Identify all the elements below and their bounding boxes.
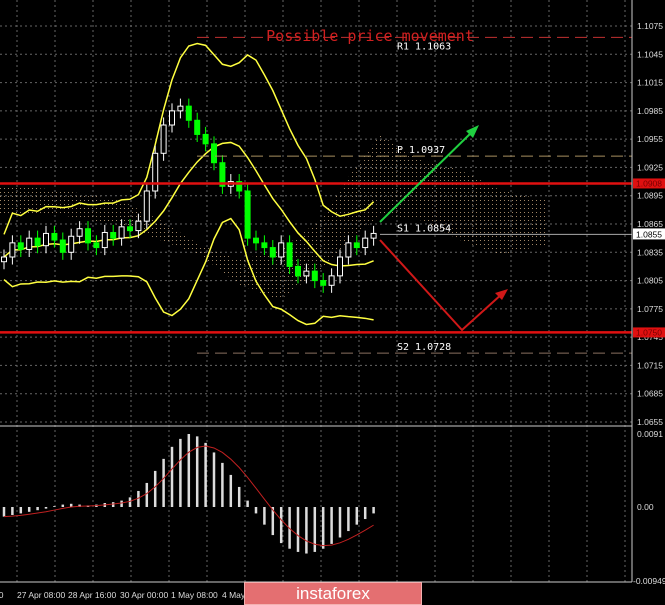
candle — [160, 124, 167, 154]
candle — [278, 242, 285, 258]
price-axis: 1.1075 1.1045 1.1015 1.0985 1.0955 1.0925 1.08… — [633, 21, 665, 586]
bearish-arrow — [379, 239, 504, 332]
price-tick: 1.1045 — [637, 49, 663, 59]
price-tag-label: 1.0908 — [636, 178, 662, 188]
candle — [328, 275, 335, 286]
candle — [85, 228, 91, 244]
time-tick: 30 Apr 00:00 — [120, 590, 168, 600]
time-tick: 00 — [0, 590, 4, 600]
ichimoku-cloud — [0, 135, 545, 300]
candle — [110, 231, 117, 239]
price-tick: 1.0955 — [637, 134, 663, 144]
price-tick: 1.0895 — [637, 191, 663, 201]
price-tick: 1.0985 — [637, 106, 663, 116]
price-tick: 1.0715 — [637, 360, 663, 370]
candle — [152, 152, 159, 192]
macd-zero: 0.00 — [637, 502, 654, 512]
candle — [303, 270, 310, 277]
candle — [311, 270, 318, 282]
grid — [0, 0, 632, 582]
candle — [9, 242, 16, 258]
level-label: S2 1.0728 — [397, 342, 451, 353]
time-axis: 00 27 Apr 08:0028 Apr 16:00 30 Apr 00:001 … — [0, 590, 246, 600]
price-tag-label: 1.0750 — [636, 327, 662, 337]
candle — [362, 237, 369, 249]
candle — [43, 232, 49, 247]
time-tick: 1 May 08:00 — [171, 590, 218, 600]
price-tick: 1.0655 — [637, 417, 663, 427]
candle — [295, 265, 301, 277]
candle — [34, 237, 41, 247]
candle — [143, 190, 150, 222]
price-tick: 1.0685 — [637, 389, 663, 399]
price-tick: 1.0925 — [637, 162, 663, 172]
candle — [59, 239, 66, 253]
candle — [320, 280, 327, 286]
candle — [127, 226, 133, 232]
time-tick: 4 May — [222, 590, 246, 600]
candle — [177, 105, 184, 112]
candle — [194, 119, 201, 135]
candle — [211, 143, 217, 164]
candle — [76, 228, 83, 237]
candle — [337, 256, 343, 277]
candle — [93, 242, 100, 249]
candle — [26, 237, 33, 250]
macd-min: -0.00949 — [633, 576, 665, 586]
candle — [345, 242, 352, 258]
price-tick: 1.0835 — [637, 247, 663, 257]
chart-title: Possible price movement — [266, 27, 474, 45]
candle — [202, 133, 209, 145]
candle — [101, 231, 108, 249]
price-tick: 1.1015 — [637, 78, 663, 88]
candle — [286, 242, 293, 267]
candle — [370, 232, 377, 239]
level-label: P 1.0937 — [397, 145, 445, 156]
candle — [51, 232, 58, 241]
candle — [1, 256, 7, 263]
current-price-label: 1.0855 — [636, 229, 662, 239]
candle — [261, 242, 268, 249]
candle — [244, 190, 251, 239]
candle — [118, 226, 125, 239]
price-chart: R1 1.1063P 1.0937S1 1.0854S2 1.0728 Poss… — [0, 0, 665, 600]
candle — [135, 220, 142, 232]
candle — [269, 247, 276, 258]
time-tick: 28 Apr 16:00 — [68, 590, 116, 600]
candle — [169, 110, 175, 126]
level-label: S1 1.0854 — [397, 223, 451, 234]
candle — [68, 235, 75, 253]
macd-max: 0.0091 — [637, 429, 663, 439]
candle — [17, 242, 24, 250]
price-tick: 1.1075 — [637, 21, 663, 31]
candle — [185, 105, 192, 121]
candle — [253, 237, 259, 244]
price-tick: 1.0805 — [637, 276, 663, 286]
macd-panel — [2, 434, 375, 554]
instaforex-logo: instaforex — [244, 582, 422, 605]
price-tick: 1.0775 — [637, 304, 663, 314]
candle — [353, 242, 360, 249]
price-tick: 1.0865 — [637, 219, 663, 229]
time-tick: 27 Apr 08:00 — [17, 590, 65, 600]
